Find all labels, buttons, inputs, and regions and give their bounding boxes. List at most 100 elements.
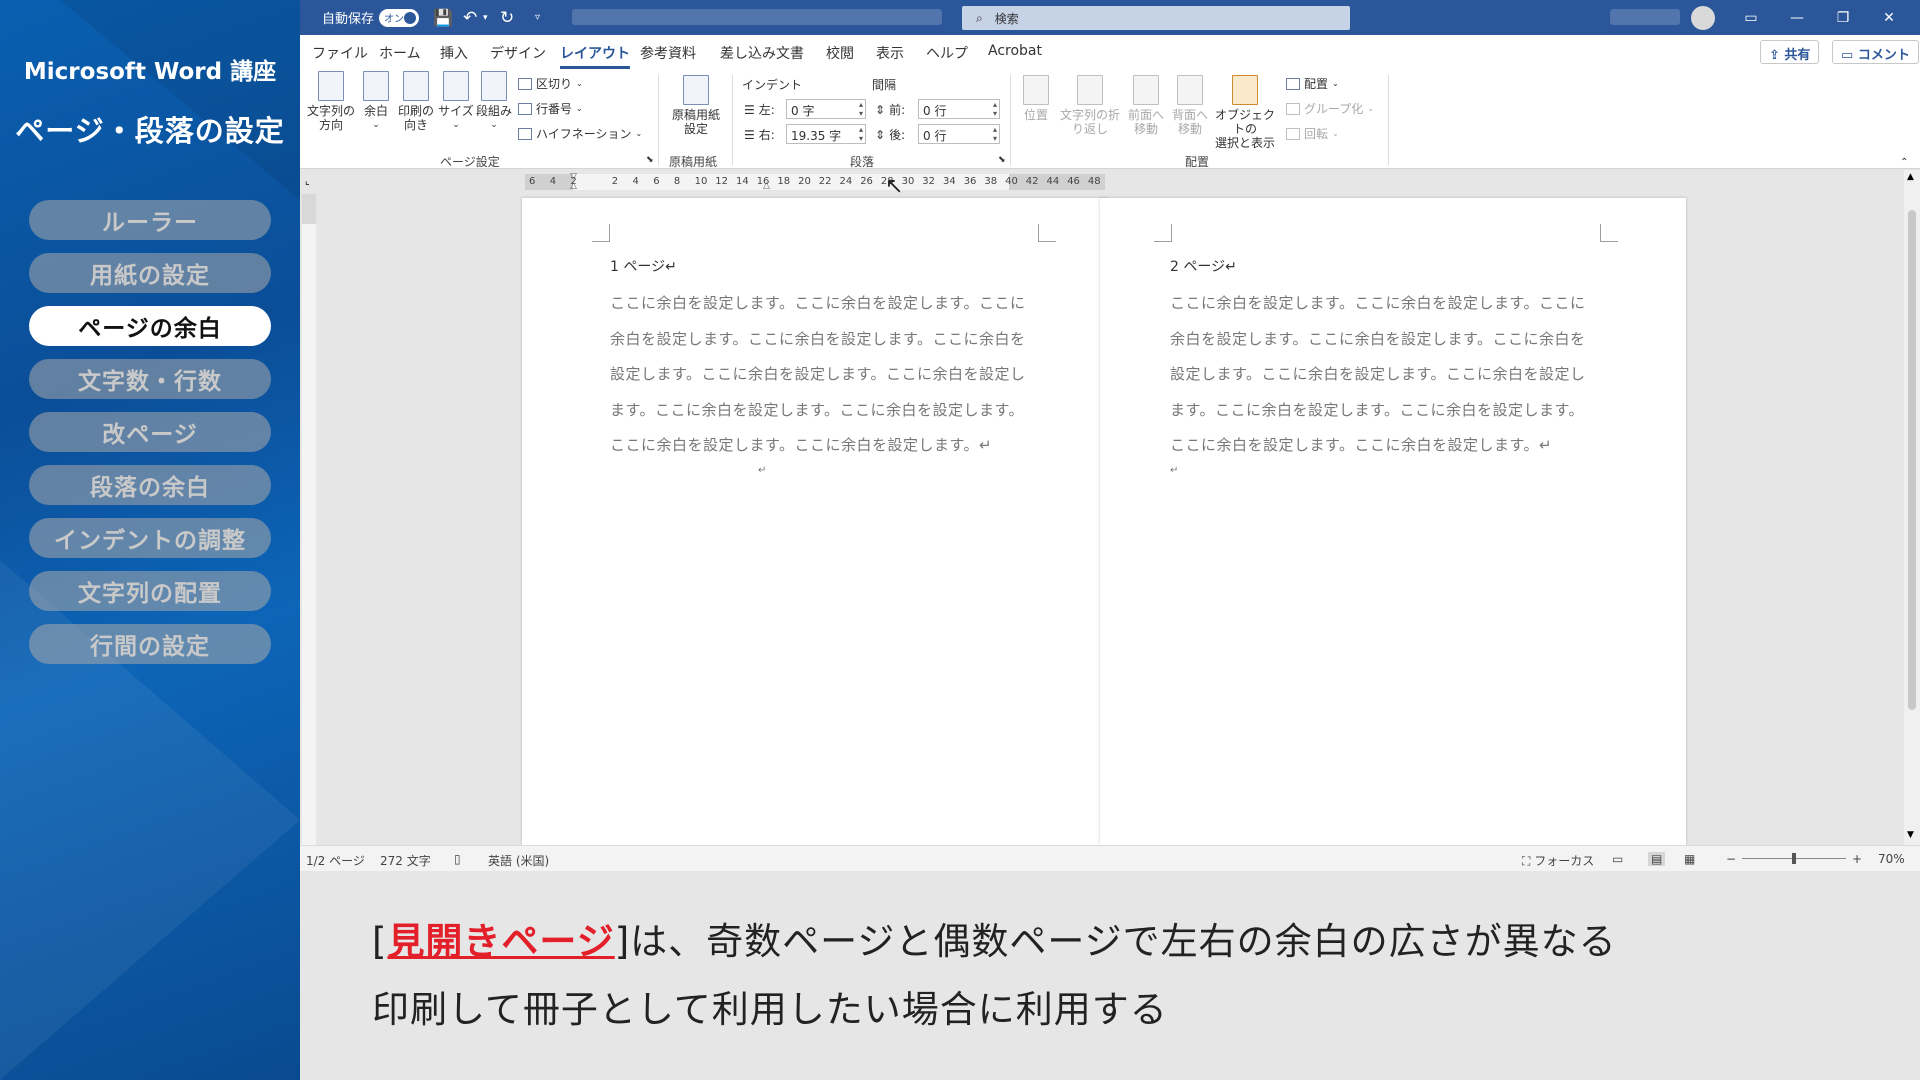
ribbon-display-icon[interactable]: ▭	[1728, 0, 1774, 35]
text-direction-button[interactable]: 文字列の 方向	[306, 71, 356, 132]
tab-item[interactable]: ファイル	[312, 43, 368, 63]
spin-arrows-icon[interactable]: ▴ ▾	[859, 125, 863, 143]
tab-item[interactable]: レイアウト	[560, 43, 630, 69]
minimize-icon[interactable]: —	[1774, 0, 1820, 35]
course-item[interactable]: ページの余白	[29, 306, 271, 346]
tab-item[interactable]: 校閲	[826, 43, 854, 63]
course-item[interactable]: 改ページ	[29, 412, 271, 452]
course-item[interactable]: 段落の余白	[29, 465, 271, 505]
scroll-up-icon[interactable]: ▲	[1907, 172, 1914, 182]
horizontal-ruler[interactable]: 6 4 2 2 4 6 8 10 12 14 16 18 20 22 24 26 28 30 32 34 36 38 40 4…	[525, 172, 1105, 191]
tab-item[interactable]: ホーム	[379, 43, 421, 63]
bring-forward-button[interactable]: 前面へ 移動	[1126, 75, 1166, 136]
spacing-after-input[interactable]: 0 行 ▴ ▾	[918, 124, 1000, 144]
indent-right-input[interactable]: 19.35 字 ▴ ▾	[786, 124, 866, 144]
right-indent-marker-icon[interactable]: △	[763, 181, 770, 191]
undo-dropdown-icon[interactable]: ▾	[483, 0, 488, 35]
spin-arrows-icon[interactable]: ▴ ▾	[993, 125, 997, 143]
send-backward-button[interactable]: 背面へ 移動	[1170, 75, 1210, 136]
course-item[interactable]: ルーラー	[29, 200, 271, 240]
margins-button[interactable]: 余白 ⌄	[358, 71, 394, 132]
collapse-ribbon-icon[interactable]: ⌃	[1900, 157, 1908, 168]
scroll-thumb[interactable]	[1908, 210, 1916, 710]
customize-icon[interactable]: ▿	[535, 0, 540, 35]
read-mode-icon[interactable]: ▭	[1612, 852, 1623, 866]
vertical-scrollbar[interactable]: ▲ ▼	[1904, 170, 1920, 845]
text-line[interactable]: 設定します。ここに余白を設定します。ここに余白を設定し	[1170, 357, 1598, 393]
text-line[interactable]: ↵	[1170, 464, 1598, 478]
zoom-slider-thumb[interactable]	[1792, 853, 1796, 864]
proofing-icon[interactable]: ▯	[454, 852, 461, 866]
course-item[interactable]: 文字列の配置	[29, 571, 271, 611]
autosave-toggle[interactable]: オン	[379, 8, 419, 27]
avatar[interactable]	[1691, 6, 1715, 30]
dialog-launcher-icon[interactable]: ⬊	[646, 155, 654, 165]
text-line[interactable]: ます。ここに余白を設定します。ここに余白を設定します。	[1170, 393, 1598, 429]
text-line[interactable]: 余白を設定します。ここに余白を設定します。ここに余白を	[610, 322, 1038, 358]
focus-button[interactable]: ⛶ フォーカス	[1522, 852, 1594, 869]
spacing-before-input[interactable]: 0 行 ▴ ▾	[918, 99, 1000, 119]
vertical-ruler[interactable]	[302, 194, 316, 845]
page-body[interactable]: ここに余白を設定します。ここに余白を設定します。ここに 余白を設定します。ここに余…	[1170, 286, 1598, 478]
hyphenation-button[interactable]: ハイフネーション ⌄	[518, 125, 642, 142]
indent-marker-icon[interactable]: △	[570, 181, 577, 191]
language[interactable]: 英語 (米国)	[488, 852, 549, 869]
size-button[interactable]: サイズ ⌄	[438, 71, 474, 132]
course-item[interactable]: 用紙の設定	[29, 253, 271, 293]
tab-item[interactable]: 差し込み文書	[720, 43, 804, 63]
manuscript-settings-button[interactable]: 原稿用紙 設定	[666, 75, 726, 136]
text-line[interactable]: 設定します。ここに余白を設定します。ここに余白を設定し	[610, 357, 1038, 393]
tab-item[interactable]: Acrobat	[988, 43, 1042, 59]
undo-icon[interactable]: ↶	[463, 0, 477, 35]
zoom-out-button[interactable]: −	[1726, 852, 1736, 866]
zoom-in-button[interactable]: +	[1852, 852, 1862, 866]
text-line[interactable]: ここに余白を設定します。ここに余白を設定します。↵	[1170, 428, 1598, 464]
page-count[interactable]: 1/2 ページ	[306, 852, 365, 869]
text-line[interactable]: ↵	[610, 464, 1038, 478]
page-heading[interactable]: 2 ページ↵	[1170, 256, 1237, 276]
course-item[interactable]: 文字数・行数	[29, 359, 271, 399]
dialog-launcher-icon[interactable]: ⬊	[998, 155, 1006, 165]
manuscript-group-label: 原稿用紙	[669, 155, 718, 169]
orientation-button[interactable]: 印刷の 向き	[396, 71, 436, 132]
text-line[interactable]: ます。ここに余白を設定します。ここに余白を設定します。	[610, 393, 1038, 429]
line-numbers-button[interactable]: 行番号 ⌄	[518, 100, 583, 117]
tab-item[interactable]: 参考資料	[640, 43, 696, 63]
spin-arrows-icon[interactable]: ▴ ▾	[859, 100, 863, 118]
close-icon[interactable]: ✕	[1866, 0, 1912, 35]
search-input[interactable]: ⌕ 検索	[962, 6, 1350, 30]
indent-left-input[interactable]: 0 字 ▴ ▾	[786, 99, 866, 119]
tab-item[interactable]: デザイン	[490, 43, 546, 63]
web-layout-icon[interactable]: ▦	[1684, 852, 1695, 866]
align-button[interactable]: 配置 ⌄	[1286, 75, 1339, 92]
scroll-down-icon[interactable]: ▼	[1907, 830, 1914, 840]
course-item[interactable]: インデントの調整	[29, 518, 271, 558]
comment-button[interactable]: ▭ コメント	[1832, 40, 1919, 64]
save-icon[interactable]: 💾	[433, 0, 453, 35]
group-button[interactable]: グループ化 ⌄	[1286, 100, 1374, 117]
selection-pane-button[interactable]: オブジェクトの 選択と表示	[1212, 75, 1278, 150]
text-line[interactable]: ここに余白を設定します。ここに余白を設定します。ここに	[610, 286, 1038, 322]
text-line[interactable]: ここに余白を設定します。ここに余白を設定します。ここに	[1170, 286, 1598, 322]
print-layout-icon[interactable]: ▤	[1648, 852, 1666, 866]
breaks-button[interactable]: 区切り ⌄	[518, 75, 583, 92]
restore-icon[interactable]: ❐	[1820, 0, 1866, 35]
text-line[interactable]: ここに余白を設定します。ここに余白を設定します。↵	[610, 428, 1038, 464]
word-count[interactable]: 272 文字	[380, 852, 431, 869]
text-line[interactable]: 余白を設定します。ここに余白を設定します。ここに余白を	[1170, 322, 1598, 358]
position-button[interactable]: 位置	[1018, 75, 1054, 122]
tab-item[interactable]: 挿入	[440, 43, 468, 63]
tab-item[interactable]: ヘルプ	[926, 43, 968, 63]
wrap-text-button[interactable]: 文字列の折 り返し	[1058, 75, 1122, 136]
page-body[interactable]: ここに余白を設定します。ここに余白を設定します。ここに 余白を設定します。ここに余…	[610, 286, 1038, 478]
rotate-button[interactable]: 回転 ⌄	[1286, 125, 1339, 142]
tab-item[interactable]: 表示	[876, 43, 904, 63]
share-button[interactable]: ⇪ 共有	[1760, 40, 1820, 64]
zoom-level[interactable]: 70%	[1878, 852, 1905, 866]
page-heading[interactable]: 1 ページ↵	[610, 256, 677, 276]
spin-arrows-icon[interactable]: ▴ ▾	[993, 100, 997, 118]
course-item[interactable]: 行間の設定	[29, 624, 271, 664]
columns-button[interactable]: 段組み ⌄	[476, 71, 512, 132]
tab-selector-icon[interactable]: ⌞	[305, 176, 310, 187]
redo-icon[interactable]: ↻	[500, 0, 514, 35]
